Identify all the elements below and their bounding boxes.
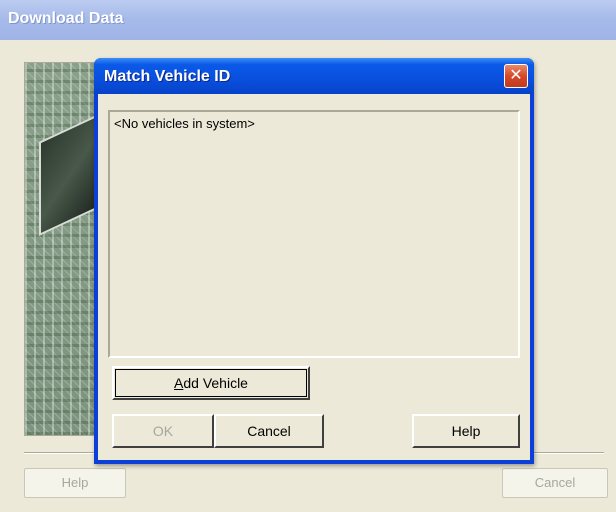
cancel-button[interactable]: Cancel: [214, 414, 324, 448]
match-vehicle-dialog: Match Vehicle ID ✕ <No vehicles in syste…: [94, 58, 534, 464]
add-vehicle-label: dd Vehicle: [183, 375, 248, 391]
close-button[interactable]: ✕: [504, 64, 528, 88]
close-icon: ✕: [509, 67, 523, 84]
outer-window-title: Download Data: [8, 10, 124, 27]
outer-title-bar[interactable]: Download Data: [0, 0, 616, 40]
outer-cancel-button[interactable]: Cancel: [502, 468, 608, 498]
help-button[interactable]: Help: [412, 414, 520, 448]
vehicle-list[interactable]: <No vehicles in system>: [108, 110, 520, 358]
add-vehicle-accesskey: A: [174, 375, 184, 391]
dialog-client-area: <No vehicles in system> Add Vehicle OK C…: [98, 94, 530, 460]
list-item[interactable]: <No vehicles in system>: [114, 116, 255, 131]
outer-help-button[interactable]: Help: [24, 468, 126, 498]
dialog-title-bar[interactable]: Match Vehicle ID ✕: [94, 58, 534, 94]
add-vehicle-button[interactable]: Add Vehicle: [112, 366, 310, 400]
ok-button[interactable]: OK: [112, 414, 214, 448]
dialog-title: Match Vehicle ID: [104, 68, 231, 85]
